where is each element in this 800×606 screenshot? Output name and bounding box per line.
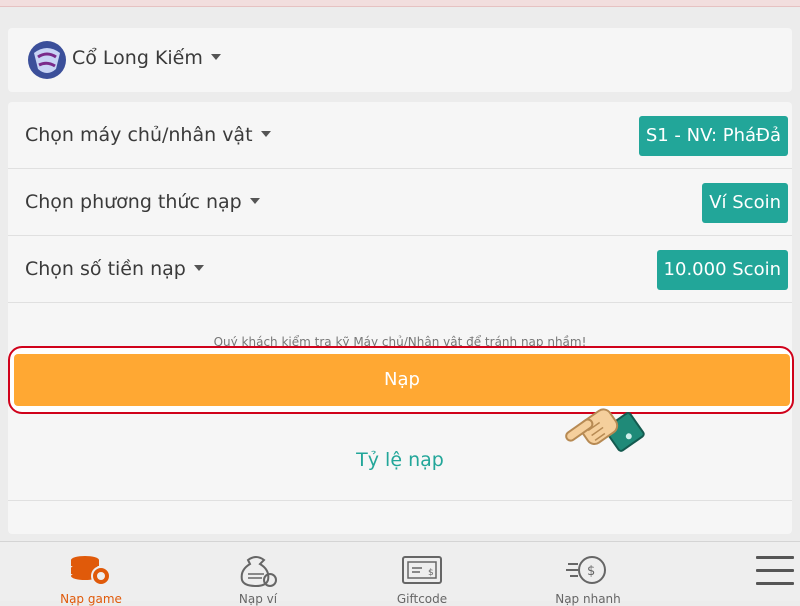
amount-row[interactable]: Chọn số tiền nạp 10.000 Scoin [8,236,792,303]
nav-label: Giftcode [396,592,448,606]
game-name-label: Cổ Long Kiếm [72,47,203,69]
co-long-kiem-logo-icon [28,41,66,79]
nav-label: Nạp game [60,592,122,606]
coins-icon [71,556,111,586]
submit-button[interactable]: Nạp [14,354,790,406]
chevron-down-icon [210,53,221,60]
svg-text:$: $ [587,564,595,579]
payment-method-value[interactable]: Ví Scoin [702,183,788,223]
chevron-down-icon [193,264,204,271]
svg-text:$: $ [428,568,434,578]
payment-method-label[interactable]: Chọn phương thức nạp [25,191,260,213]
game-selector[interactable]: Cổ Long Kiếm [8,28,792,92]
server-character-label[interactable]: Chọn máy chủ/nhân vật [25,124,271,146]
fast-coin-icon: $ [566,556,606,584]
nav-item-nap-vi[interactable]: Nạp ví [198,542,318,606]
money-bag-icon [240,556,277,588]
row-label-text: Chọn máy chủ/nhân vật [25,124,253,146]
nav-label: Nạp ví [238,592,278,606]
chevron-down-icon [260,130,271,137]
divider [8,500,792,501]
server-character-row[interactable]: Chọn máy chủ/nhân vật S1 - NV: PháĐả [8,102,792,169]
pointing-hand-icon [565,408,645,452]
rate-link[interactable]: Tỷ lệ nạp [0,449,800,471]
nav-item-giftcode[interactable]: $ Giftcode [362,542,482,606]
payment-method-row[interactable]: Chọn phương thức nạp Ví Scoin [8,169,792,236]
amount-value[interactable]: 10.000 Scoin [656,250,788,290]
chevron-down-icon [249,197,260,204]
game-name[interactable]: Cổ Long Kiếm [72,47,221,69]
server-character-value[interactable]: S1 - NV: PháĐả [638,116,788,156]
divider [8,302,792,303]
row-label-text: Chọn phương thức nạp [25,191,242,213]
nav-item-nap-nhanh[interactable]: $ Nạp nhanh [528,542,648,606]
bottom-nav: Nạp game Nạp ví $ Giftcode $ Nạp nhanh [0,541,800,606]
amount-label[interactable]: Chọn số tiền nạp [25,258,204,280]
row-label-text: Chọn số tiền nạp [25,258,186,280]
hamburger-menu-icon[interactable] [756,556,794,586]
nav-item-nap-game[interactable]: Nạp game [31,542,151,606]
nav-label: Nạp nhanh [555,592,621,606]
top-alert-strip [0,0,800,7]
ticket-icon: $ [402,556,442,584]
